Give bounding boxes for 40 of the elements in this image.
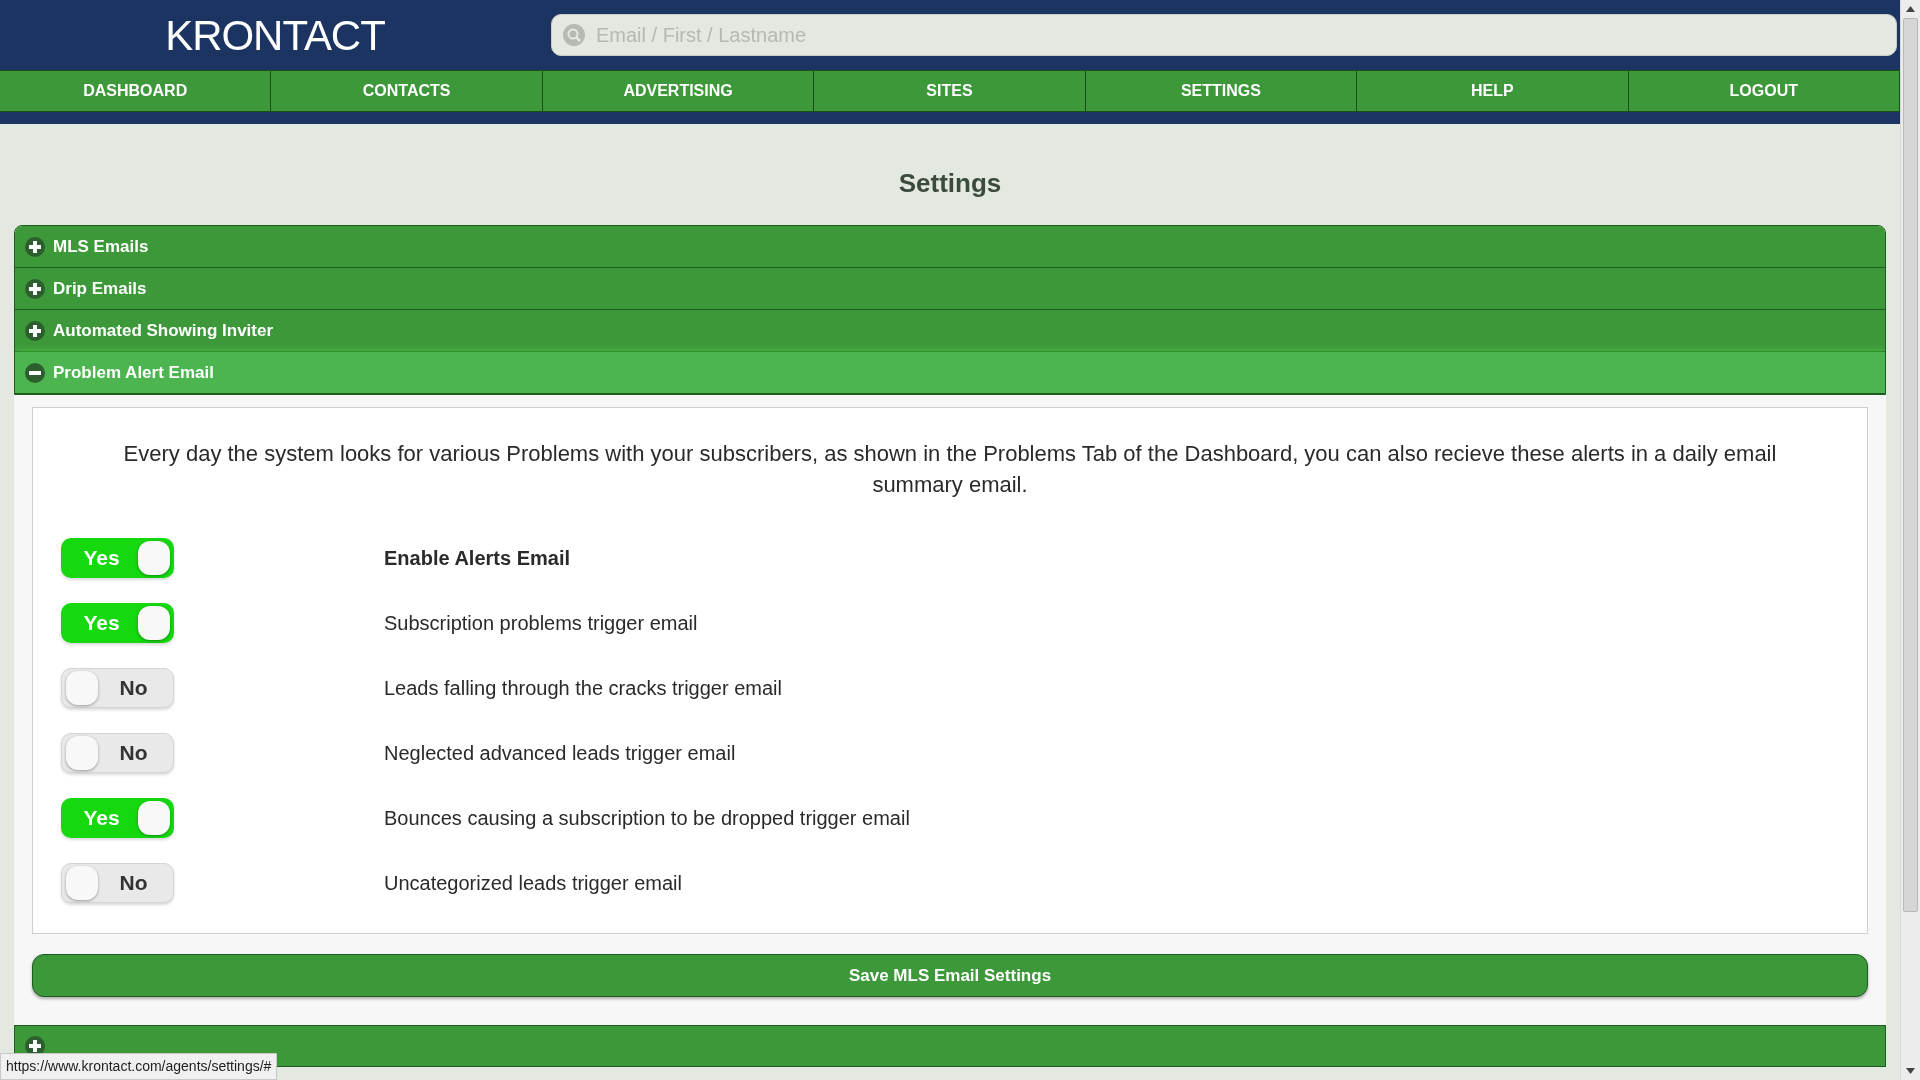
search-icon [563, 24, 585, 46]
panel-description: Every day the system looks for various Problems with your subscribers, as shown in the Problems Tab of the Dashboard, you can also recieve these alerts in a daily email summary email. [122, 440, 1778, 499]
nav-tab[interactable]: CONTACTS [271, 71, 543, 111]
scroll-up-icon[interactable] [1906, 6, 1915, 12]
accordion-header[interactable]: MLS Emails [15, 226, 1885, 268]
minus-icon [25, 362, 45, 383]
page-title: Settings [898, 167, 1002, 200]
nav-tab[interactable]: SETTINGS [1085, 71, 1358, 111]
toggle-switch[interactable]: No [61, 733, 174, 773]
accordion-header[interactable]: Problem Alert Email [15, 352, 1885, 394]
status-url: https://www.krontact.com/agents/settings/# [0, 1053, 278, 1080]
accordion-title: Automated Showing Inviter [53, 319, 274, 342]
plus-icon [25, 236, 45, 257]
nav-tab[interactable]: ADVERTISING [542, 71, 815, 111]
scrollbar[interactable] [1900, 0, 1920, 1080]
toggle-label: Bounces causing a subscription to be dropped trigger email [384, 806, 910, 831]
toggle-switch[interactable]: Yes [61, 798, 174, 838]
accordion-title: MLS Emails [53, 235, 149, 258]
toggle-switch[interactable]: No [61, 668, 174, 708]
nav-tab[interactable]: DASHBOARD [0, 71, 272, 111]
accordion-header[interactable]: Automated Showing Inviter [15, 310, 1885, 352]
toggle-label: Uncategorized leads trigger email [384, 871, 682, 896]
accordion-title: Problem Alert Email [53, 361, 214, 384]
accordion-title: Drip Emails [53, 277, 147, 300]
accordion-header[interactable]: Drip Emails [15, 268, 1885, 310]
toggle-label: Enable Alerts Email [384, 546, 570, 571]
plus-icon [25, 320, 45, 341]
toggle-label: Subscription problems trigger email [384, 611, 698, 636]
toggle-label: Leads falling through the cracks trigger email [384, 676, 782, 701]
brand-logo[interactable]: KRONTACT [165, 3, 385, 67]
save-button[interactable]: Save MLS Email Settings [32, 954, 1868, 997]
toggle-label: Neglected advanced leads trigger email [384, 741, 736, 766]
toggle-switch[interactable]: Yes [61, 538, 174, 578]
scroll-down-icon[interactable] [1906, 1068, 1915, 1074]
plus-icon [25, 278, 45, 299]
nav-tab[interactable]: SITES [814, 71, 1086, 111]
nav-tab[interactable]: HELP [1357, 71, 1629, 111]
toggle-switch[interactable]: Yes [61, 603, 174, 643]
toggle-switch[interactable]: No [61, 863, 174, 903]
nav-tab[interactable]: LOGOUT [1628, 71, 1900, 111]
